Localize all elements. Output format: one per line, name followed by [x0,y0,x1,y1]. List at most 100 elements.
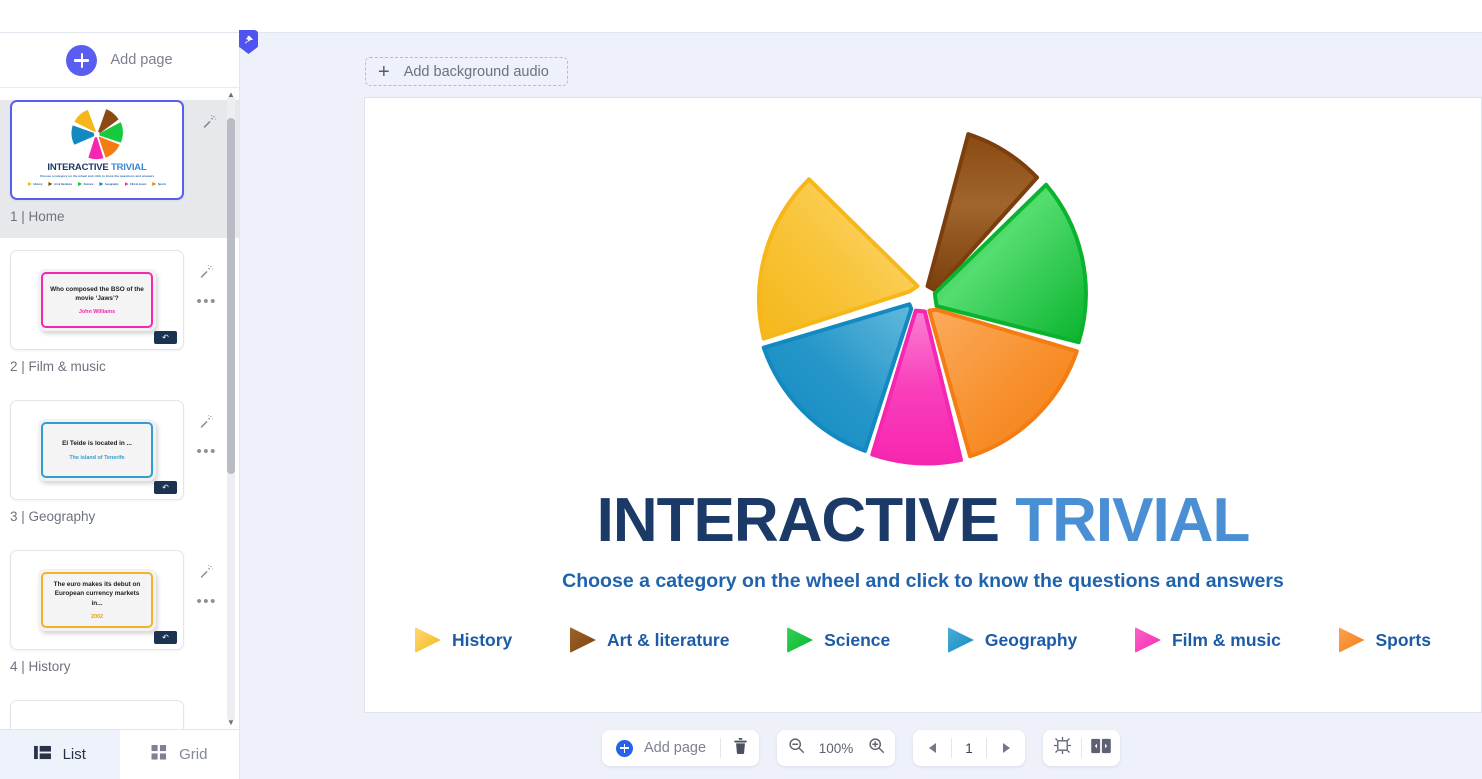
slides-list[interactable]: INTERACTIVE TRIVIAL Choose a category on… [0,88,239,729]
legend-item-sports[interactable]: Sports [1338,626,1431,654]
slide-caption-3: 3 | Geography [10,509,96,524]
more-options-icon[interactable]: ••• [196,294,217,309]
slide-title-part-2: TRIVIAL [1015,486,1250,555]
scrollbar-thumb[interactable] [227,118,235,474]
add-background-audio-label: Add background audio [403,63,549,80]
more-options-icon[interactable]: ••• [196,444,217,459]
zoom-in-icon [868,737,885,759]
fit-to-screen-button[interactable] [1043,730,1081,766]
slide-tools-3: ••• [196,414,217,459]
tab-list-view[interactable]: List [0,730,120,779]
legend-label: Sports [1375,629,1431,650]
next-page-button[interactable] [987,730,1025,766]
sidebar-view-tabs: List Grid [0,729,239,779]
list-icon [33,745,51,764]
art-literature-marker-icon [569,627,596,653]
view-mode-group [1043,730,1121,766]
page-number-input[interactable]: 1 [952,741,986,756]
question-text-4: The euro makes its debut on European cur… [53,581,141,607]
trivia-wheel-thumb-icon [70,107,124,161]
bottom-add-page-button[interactable]: Add page [602,730,720,766]
slide-thumbnail-2[interactable]: Who composed the BSO of the movie ‘Jaws’… [10,250,184,350]
legend-item-history[interactable]: History [415,626,512,654]
legend-item-geography[interactable]: Geography [947,626,1078,654]
slide-thumbnail-3[interactable]: El Teide is located in ... The island of… [10,400,184,500]
scroll-down-icon[interactable]: ▼ [227,718,235,727]
zoom-in-button[interactable] [857,730,895,766]
fit-to-screen-icon [1053,736,1071,759]
scroll-up-icon[interactable]: ▲ [227,90,235,99]
category-legend: History Art & literature Science Geograp… [415,626,1431,654]
dual-page-view-button[interactable] [1082,730,1120,766]
legend-label: History [452,629,513,650]
slide-thumbnail-wrap-1[interactable]: INTERACTIVE TRIVIAL Choose a category on… [10,100,184,200]
legend-label: Art & literature [606,629,730,650]
previous-page-button[interactable] [913,730,951,766]
slide-item-2[interactable]: Who composed the BSO of the movie ‘Jaws’… [0,250,239,388]
legend-label: Geography [984,629,1078,650]
application-window: Add page INTERACTIVE TRIVIAL Choose a ca… [0,0,1482,779]
delete-page-button[interactable] [721,730,759,766]
slide-title: INTERACTIVE TRIVIAL [365,490,1481,552]
slide-tools-2: ••• [196,264,217,309]
history-marker-icon [415,627,441,653]
slide-thumb-subtitle-1: Choose a category on the wheel and click… [39,174,155,178]
plus-icon [66,44,98,76]
slide-thumbnail-wrap-2[interactable]: Who composed the BSO of the movie ‘Jaws’… [10,250,184,350]
slide-subtitle: Choose a category on the wheel and click… [562,570,1284,592]
legend-label: Film & music [1171,629,1281,650]
slide-thumbnail-wrap-5[interactable] [10,700,184,729]
slide-item-1[interactable]: INTERACTIVE TRIVIAL Choose a category on… [0,100,239,238]
legend-item-science[interactable]: Science [787,626,890,654]
zoom-level-value[interactable]: 100% [815,741,857,756]
tab-grid-label: Grid [179,746,208,763]
magic-wand-icon[interactable] [199,564,214,584]
question-card-3: El Teide is located in ... The island of… [38,419,156,481]
sidebar-scrollbar[interactable]: ▲ ▼ [227,90,235,727]
slide-thumb-title-1: INTERACTIVE TRIVIAL [47,162,147,173]
pages-sidebar: Add page INTERACTIVE TRIVIAL Choose a ca… [0,33,240,779]
tab-list-label: List [62,746,86,763]
more-options-icon[interactable]: ••• [196,594,217,609]
flip-card-icon[interactable]: ↶ [154,331,177,344]
slide-thumbnail-4[interactable]: The euro makes its debut on European cur… [10,550,184,650]
legend-label: Science [824,629,891,650]
sidebar-add-page-button[interactable]: Add page [0,33,239,88]
slide-thumbnail-wrap-4[interactable]: The euro makes its debut on European cur… [10,550,184,650]
slide-thumbnail-1[interactable]: INTERACTIVE TRIVIAL Choose a category on… [10,100,184,200]
pushpin-icon [243,33,254,51]
slide-item-5[interactable] [0,700,239,729]
geography-marker-icon [947,627,974,653]
slide-canvas[interactable]: INTERACTIVE TRIVIAL Choose a category on… [364,97,1482,713]
legend-item-art-literature[interactable]: Art & literature [569,626,730,654]
top-bar [0,0,1482,33]
sidebar-add-page-label: Add page [110,52,173,68]
slide-item-4[interactable]: The euro makes its debut on European cur… [0,550,239,688]
add-background-audio-button[interactable]: + Add background audio [365,57,568,86]
zoom-out-button[interactable] [777,730,815,766]
slide-thumbnail-5[interactable] [10,700,184,729]
slide-caption-1: 1 | Home [10,209,65,224]
magic-wand-icon[interactable] [199,264,214,284]
zoom-out-icon [788,737,805,759]
flip-card-icon[interactable]: ↶ [154,631,177,644]
legend-item-film-music[interactable]: Film & music [1134,626,1281,654]
slide-caption-4: 4 | History [10,659,71,674]
magic-wand-icon[interactable] [199,414,214,434]
question-text-2: Who composed the BSO of the movie ‘Jaws’… [50,285,144,302]
magic-wand-icon[interactable] [202,114,217,134]
trivia-wheel[interactable] [742,116,1104,478]
slide-item-3[interactable]: El Teide is located in ... The island of… [0,400,239,538]
question-text-3: El Teide is located in ... [62,440,132,448]
bottom-add-page-label: Add page [643,740,707,756]
slide-title-part-1: INTERACTIVE [596,486,1000,555]
flip-card-icon[interactable]: ↶ [154,481,177,494]
slide-thumb-legend-1: History Art & literature Science Geograp… [12,182,182,186]
slide-caption-2: 2 | Film & music [10,359,106,374]
slide-tools-1 [202,114,217,134]
tab-grid-view[interactable]: Grid [119,730,239,779]
slide-thumbnail-wrap-3[interactable]: El Teide is located in ... The island of… [10,400,184,500]
next-page-icon [1002,743,1010,753]
dual-page-view-icon [1090,738,1112,759]
bottom-toolbar: Add page 100% 1 [240,717,1482,779]
